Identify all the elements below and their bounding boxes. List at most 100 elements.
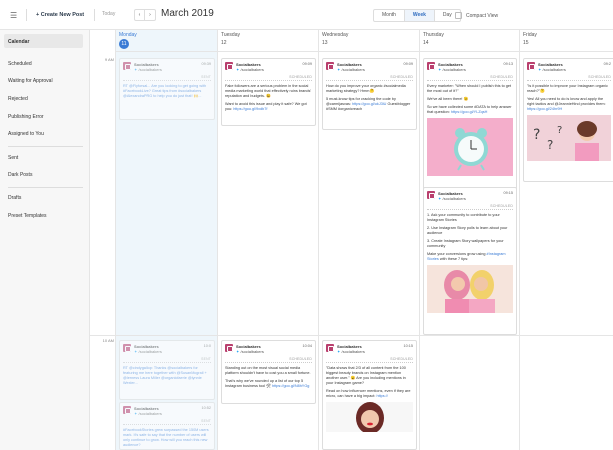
twitter-icon: ✦ — [134, 411, 138, 416]
day-name: Wednesday — [322, 32, 349, 38]
post-image-question-marks[interactable]: ? ? ? — [527, 115, 611, 161]
post-status: SCHEDULED — [225, 357, 312, 363]
checkbox-icon[interactable] — [455, 12, 462, 19]
post-status: SENT — [123, 75, 211, 81]
day-name: Friday — [523, 32, 537, 38]
menu-icon[interactable]: ☰ — [10, 11, 17, 20]
post-card[interactable]: Socialbakers ✦ /socialbakers 10:52 SENT #F… — [119, 402, 215, 450]
account-handle: ✦ /socialbakers — [438, 196, 466, 201]
post-link[interactable]: https:// — [376, 394, 387, 398]
today-button[interactable]: Today — [102, 11, 115, 17]
period-nav: ‹ › — [134, 9, 156, 21]
time-column: 9 AM 10 AM — [90, 30, 116, 450]
post-status: SCHEDULED — [225, 75, 312, 81]
post-time: 10:0 — [203, 344, 211, 348]
post-card[interactable]: Socialbakers ✦ /socialbakers 09:39 SENT RT… — [119, 58, 215, 120]
twitter-icon: ✦ — [337, 67, 341, 72]
twitter-icon: ✦ — [438, 196, 442, 201]
post-image-woman-red-lips[interactable] — [326, 402, 413, 432]
day-header: Wednesday 13 — [319, 30, 419, 52]
post-time: 09:39 — [201, 62, 211, 66]
twitter-icon: ✦ — [337, 349, 341, 354]
twitter-icon: ✦ — [236, 67, 240, 72]
sidebar-item-preset-templates[interactable]: Preset Templates — [8, 213, 47, 219]
post-text: 1. Ask your community to contribute to y… — [427, 213, 508, 261]
view-month-button[interactable]: Month — [374, 10, 404, 21]
avatar — [123, 406, 131, 414]
day-name: Tuesday — [221, 32, 240, 38]
next-arrow-icon[interactable]: › — [145, 10, 155, 20]
post-card[interactable]: Socialbakers ✦ /socialbakers 09:2 SCHEDULE… — [523, 58, 613, 182]
post-status: SCHEDULED — [527, 75, 611, 81]
time-label: 10 AM — [102, 338, 114, 343]
post-link[interactable]: https://goo.gl/9xdb7f — [233, 107, 267, 111]
period-title: March 2019 — [161, 8, 214, 19]
post-text: "Is it possible to improve your Instagra… — [527, 84, 608, 111]
day-header: Thursday 14 — [420, 30, 519, 52]
post-text: #FacebookStories grew surpassed the 150M… — [123, 428, 209, 447]
svg-text:?: ? — [547, 138, 553, 152]
day-number: 14 — [423, 40, 429, 46]
post-status: SENT — [123, 357, 211, 363]
sidebar-item-publishing-error[interactable]: Publishing Error — [8, 114, 44, 120]
sidebar: Calendar Scheduled Waiting for Approval … — [0, 30, 90, 450]
post-text: Standing out on the most visual social m… — [225, 366, 311, 388]
post-card[interactable]: Socialbakers ✦ /socialbakers 09:09 SCHEDUL… — [221, 58, 316, 126]
day-header: Monday 11 — [116, 30, 217, 52]
post-time: 09:2 — [603, 62, 611, 66]
post-image-alarm-clock[interactable] — [427, 118, 513, 176]
post-text: Every marketer: "When should I publish t… — [427, 84, 512, 114]
top-bar: ☰ + Create New Post Today ‹ › March 2019… — [0, 0, 613, 30]
day-number-today: 11 — [119, 39, 129, 49]
day-number: 15 — [523, 40, 529, 46]
day-header: Friday 15 — [520, 30, 613, 52]
post-card[interactable]: Socialbakers ✦ /socialbakers 09:15 SCHEDUL… — [423, 187, 517, 335]
post-status: SCHEDULED — [427, 204, 513, 210]
post-card[interactable]: Socialbakers ✦ /socialbakers 09:09 SCHEDUL… — [322, 58, 417, 130]
account-handle: ✦ /socialbakers — [236, 67, 264, 72]
post-link[interactable]: https://goo.gl/YLZqsH — [451, 110, 488, 114]
avatar — [326, 344, 334, 352]
svg-text:?: ? — [533, 127, 540, 143]
avatar — [225, 344, 233, 352]
post-time: 10:04 — [302, 344, 312, 348]
post-time: 09:09 — [302, 62, 312, 66]
account-handle: ✦ /socialbakers — [134, 411, 162, 416]
post-card[interactable]: Socialbakers ✦ /socialbakers 10:04 SCHEDUL… — [221, 340, 316, 404]
post-time: 09:13 — [503, 62, 513, 66]
sidebar-item-dark-posts[interactable]: Dark Posts — [8, 172, 32, 178]
account-handle: ✦ /socialbakers — [134, 67, 162, 72]
view-switcher: Month Week Day — [373, 9, 461, 22]
post-image-two-women[interactable] — [427, 265, 513, 313]
divider — [26, 9, 27, 21]
sidebar-item-assigned[interactable]: Assigned to You — [8, 131, 44, 137]
sidebar-item-waiting-for-approval[interactable]: Waiting for Approval — [8, 78, 53, 84]
post-status: SCHEDULED — [326, 357, 413, 363]
avatar — [123, 62, 131, 70]
sidebar-item-rejected[interactable]: Rejected — [8, 96, 28, 102]
create-new-post-button[interactable]: + Create New Post — [36, 12, 84, 18]
account-handle: ✦ /socialbakers — [337, 349, 365, 354]
post-time: 09:15 — [503, 191, 513, 195]
post-link[interactable]: https://goo.gl/N8hYGg — [272, 384, 309, 388]
sidebar-item-scheduled[interactable]: Scheduled — [8, 61, 32, 67]
sidebar-item-calendar[interactable]: Calendar — [8, 39, 29, 45]
sidebar-item-sent[interactable]: Sent — [8, 155, 18, 161]
post-card[interactable]: Socialbakers ✦ /socialbakers 10:15 SCHEDUL… — [322, 340, 417, 450]
post-link[interactable]: https://goo.gl/ukJ3iU — [352, 102, 386, 106]
post-card[interactable]: Socialbakers ✦ /socialbakers 10:0 SENT RT … — [119, 340, 215, 400]
account-handle: ✦ /socialbakers — [337, 67, 365, 72]
compact-view-toggle[interactable]: Compact View — [455, 12, 498, 19]
sidebar-item-drafts[interactable]: Drafts — [8, 195, 21, 201]
view-week-button[interactable]: Week — [403, 10, 435, 21]
compact-view-label: Compact View — [466, 12, 499, 19]
divider — [94, 9, 95, 21]
prev-arrow-icon[interactable]: ‹ — [135, 10, 145, 20]
post-text: RT @Flyforsal... Are you looking to get … — [123, 84, 207, 98]
post-time: 10:52 — [201, 406, 211, 410]
post-time: 09:09 — [403, 62, 413, 66]
post-text: Fake followers are a serious problem in … — [225, 84, 312, 111]
post-status: SCHEDULED — [326, 75, 413, 81]
post-link[interactable]: https://goo.gl/24hr9H — [527, 107, 562, 111]
post-text: How do you improve your organic #socialm… — [326, 84, 411, 111]
